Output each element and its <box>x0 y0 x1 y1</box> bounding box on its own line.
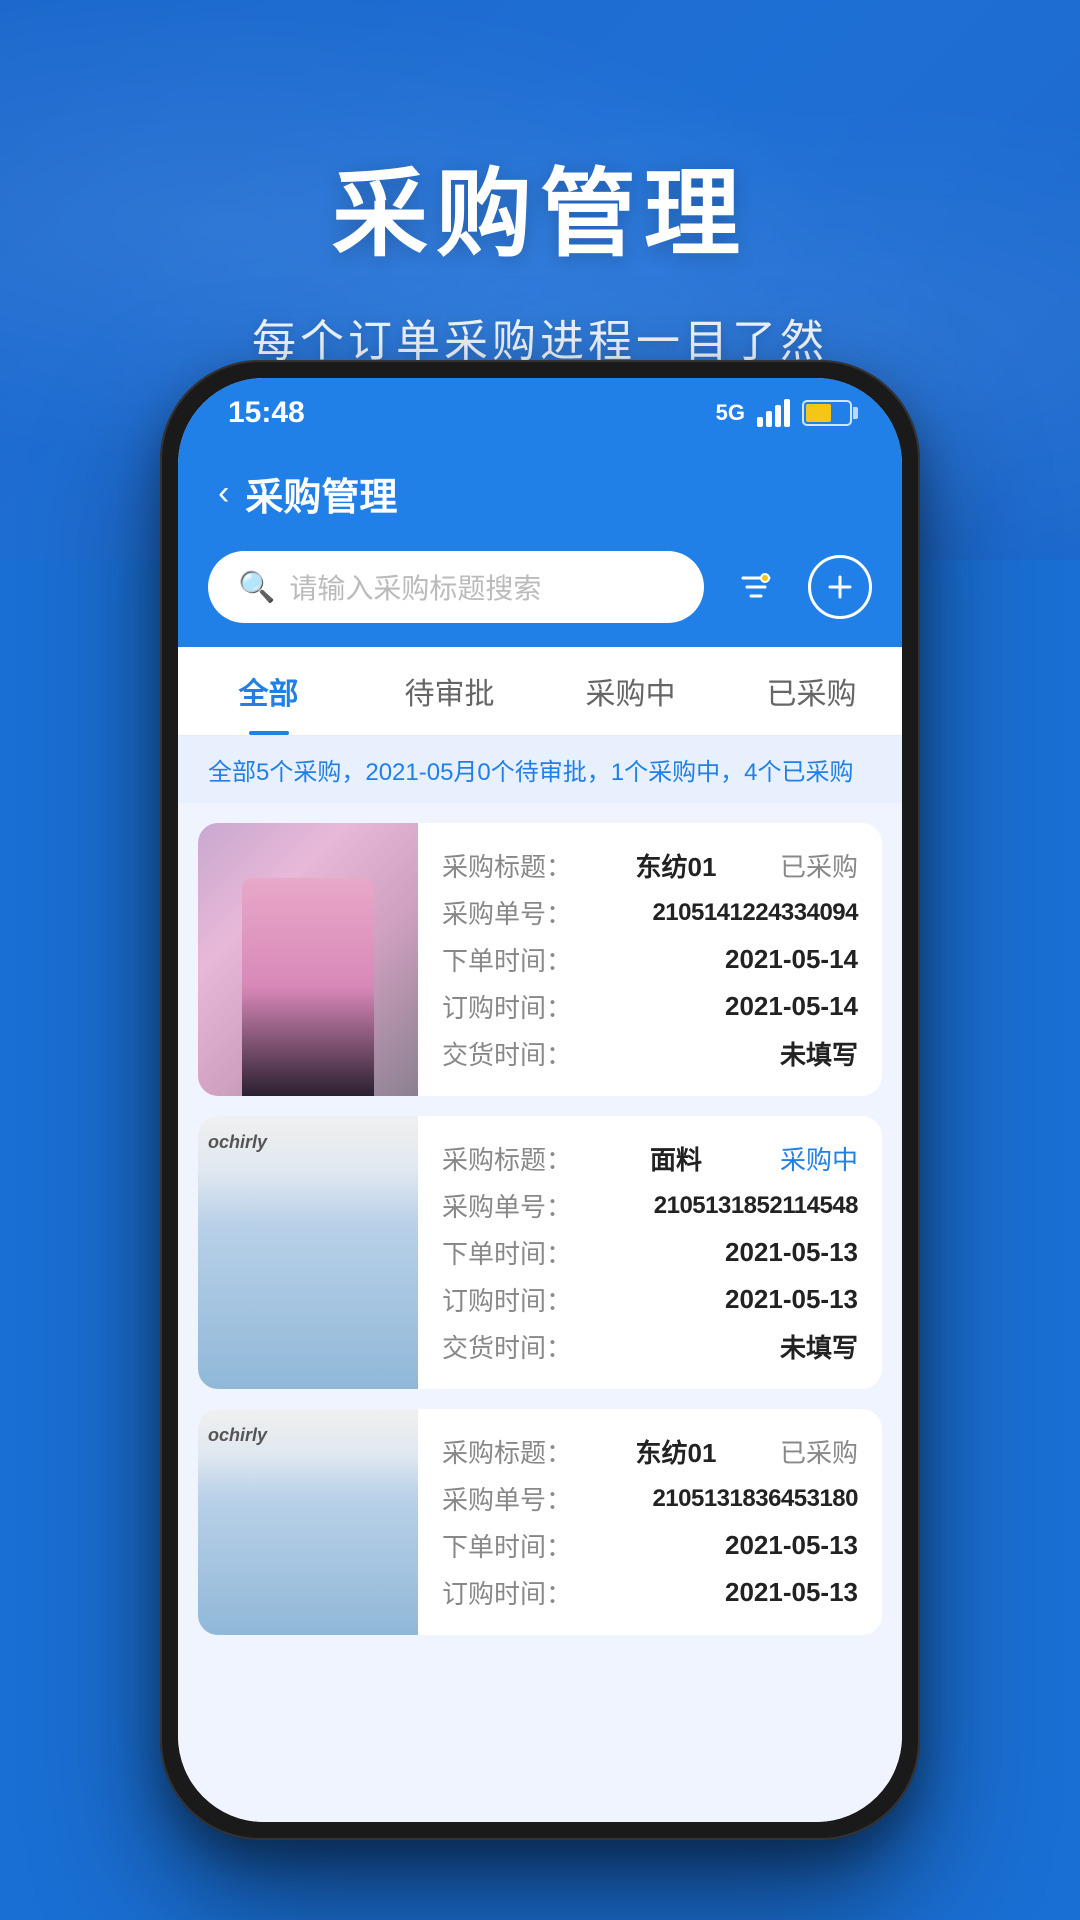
phone-frame: 15:48 5G ‹ 采购管理 <box>160 360 920 1840</box>
status-badge-3: 已采购 <box>780 1433 858 1470</box>
order-no-row-3: 采购单号： 2105131836453180 <box>442 1480 858 1517</box>
delivery-time-row-2: 交货时间： 未填写 <box>442 1328 858 1365</box>
content-area: 采购标题： 东纺01 已采购 采购单号： 2105141224334094 下单… <box>178 803 902 1822</box>
order-no-row-1: 采购单号： 2105141224334094 <box>442 894 858 931</box>
status-bar: 15:48 5G <box>178 378 902 442</box>
order-time-row-3: 订购时间： 2021-05-13 <box>442 1574 858 1611</box>
product-info-3: 采购标题： 东纺01 已采购 采购单号： 2105131836453180 下单… <box>418 1409 882 1635</box>
search-bar[interactable]: 🔍 请输入采购标题搜索 <box>208 551 704 623</box>
battery-fill <box>806 404 831 422</box>
tab-underline <box>249 731 289 735</box>
filter-button[interactable] <box>724 555 788 619</box>
phone-wrapper: 15:48 5G ‹ 采购管理 <box>160 360 920 1840</box>
order-time-row-1: 订购时间： 2021-05-14 <box>442 988 858 1025</box>
tab-pending[interactable]: 待审批 <box>359 647 540 735</box>
signal-label: 5G <box>716 400 745 426</box>
product-info-1: 采购标题： 东纺01 已采购 采购单号： 2105141224334094 下单… <box>418 823 882 1096</box>
tabs-bar: 全部 待审批 采购中 已采购 <box>178 647 902 736</box>
order-time-row-2: 订购时间： 2021-05-13 <box>442 1281 858 1318</box>
status-badge-1: 已采购 <box>780 847 858 884</box>
product-card[interactable]: 采购标题： 东纺01 已采购 采购单号： 2105141224334094 下单… <box>198 823 882 1096</box>
battery-icon <box>802 400 852 426</box>
tab-purchased[interactable]: 已采购 <box>721 647 902 735</box>
delivery-time-row-1: 交货时间： 未填写 <box>442 1035 858 1072</box>
order-no-row-2: 采购单号： 2105131852114548 <box>442 1187 858 1224</box>
hero-title: 采购管理 <box>332 136 748 275</box>
summary-bar: 全部5个采购，2021-05月0个待审批，1个采购中，4个已采购 <box>178 736 902 803</box>
action-icons <box>724 555 872 619</box>
title-row-3: 采购标题： 东纺01 已采购 <box>442 1433 858 1470</box>
place-time-row-2: 下单时间： 2021-05-13 <box>442 1234 858 1271</box>
product-image-3: ochirly <box>198 1409 418 1635</box>
hero-subtitle: 每个订单采购进程一目了然 <box>252 305 828 369</box>
product-card-3[interactable]: ochirly 采购标题： 东纺01 已采购 采购单号： 21051318364… <box>198 1409 882 1635</box>
phone-screen: 15:48 5G ‹ 采购管理 <box>178 378 902 1822</box>
search-icon: 🔍 <box>238 570 275 605</box>
product-info-2: 采购标题： 面料 采购中 采购单号： 2105131852114548 下单时间… <box>418 1116 882 1389</box>
app-header: ‹ 采购管理 <box>178 442 902 551</box>
brand-label-2: ochirly <box>208 1132 267 1153</box>
status-time: 15:48 <box>228 396 305 430</box>
status-icons: 5G <box>716 399 852 427</box>
tab-all[interactable]: 全部 <box>178 647 359 735</box>
title-row-1: 采购标题： 东纺01 已采购 <box>442 847 858 884</box>
place-time-row-1: 下单时间： 2021-05-14 <box>442 941 858 978</box>
search-area: 🔍 请输入采购标题搜索 <box>178 551 902 647</box>
product-image-1 <box>198 823 418 1096</box>
add-button[interactable] <box>808 555 872 619</box>
product-card-2[interactable]: ochirly 采购标题： 面料 采购中 采购单号： 2105131852114… <box>198 1116 882 1389</box>
search-input-placeholder: 请输入采购标题搜索 <box>289 567 541 607</box>
status-badge-2: 采购中 <box>780 1140 858 1177</box>
tab-purchasing[interactable]: 采购中 <box>540 647 721 735</box>
place-time-row-3: 下单时间： 2021-05-13 <box>442 1527 858 1564</box>
product-image-2: ochirly <box>198 1116 418 1389</box>
summary-text: 全部5个采购，2021-05月0个待审批，1个采购中，4个已采购 <box>208 759 853 786</box>
brand-label-3: ochirly <box>208 1425 267 1446</box>
app-header-title: 采购管理 <box>245 466 397 521</box>
title-row-2: 采购标题： 面料 采购中 <box>442 1140 858 1177</box>
signal-icon <box>757 399 790 427</box>
back-button[interactable]: ‹ <box>218 474 229 513</box>
